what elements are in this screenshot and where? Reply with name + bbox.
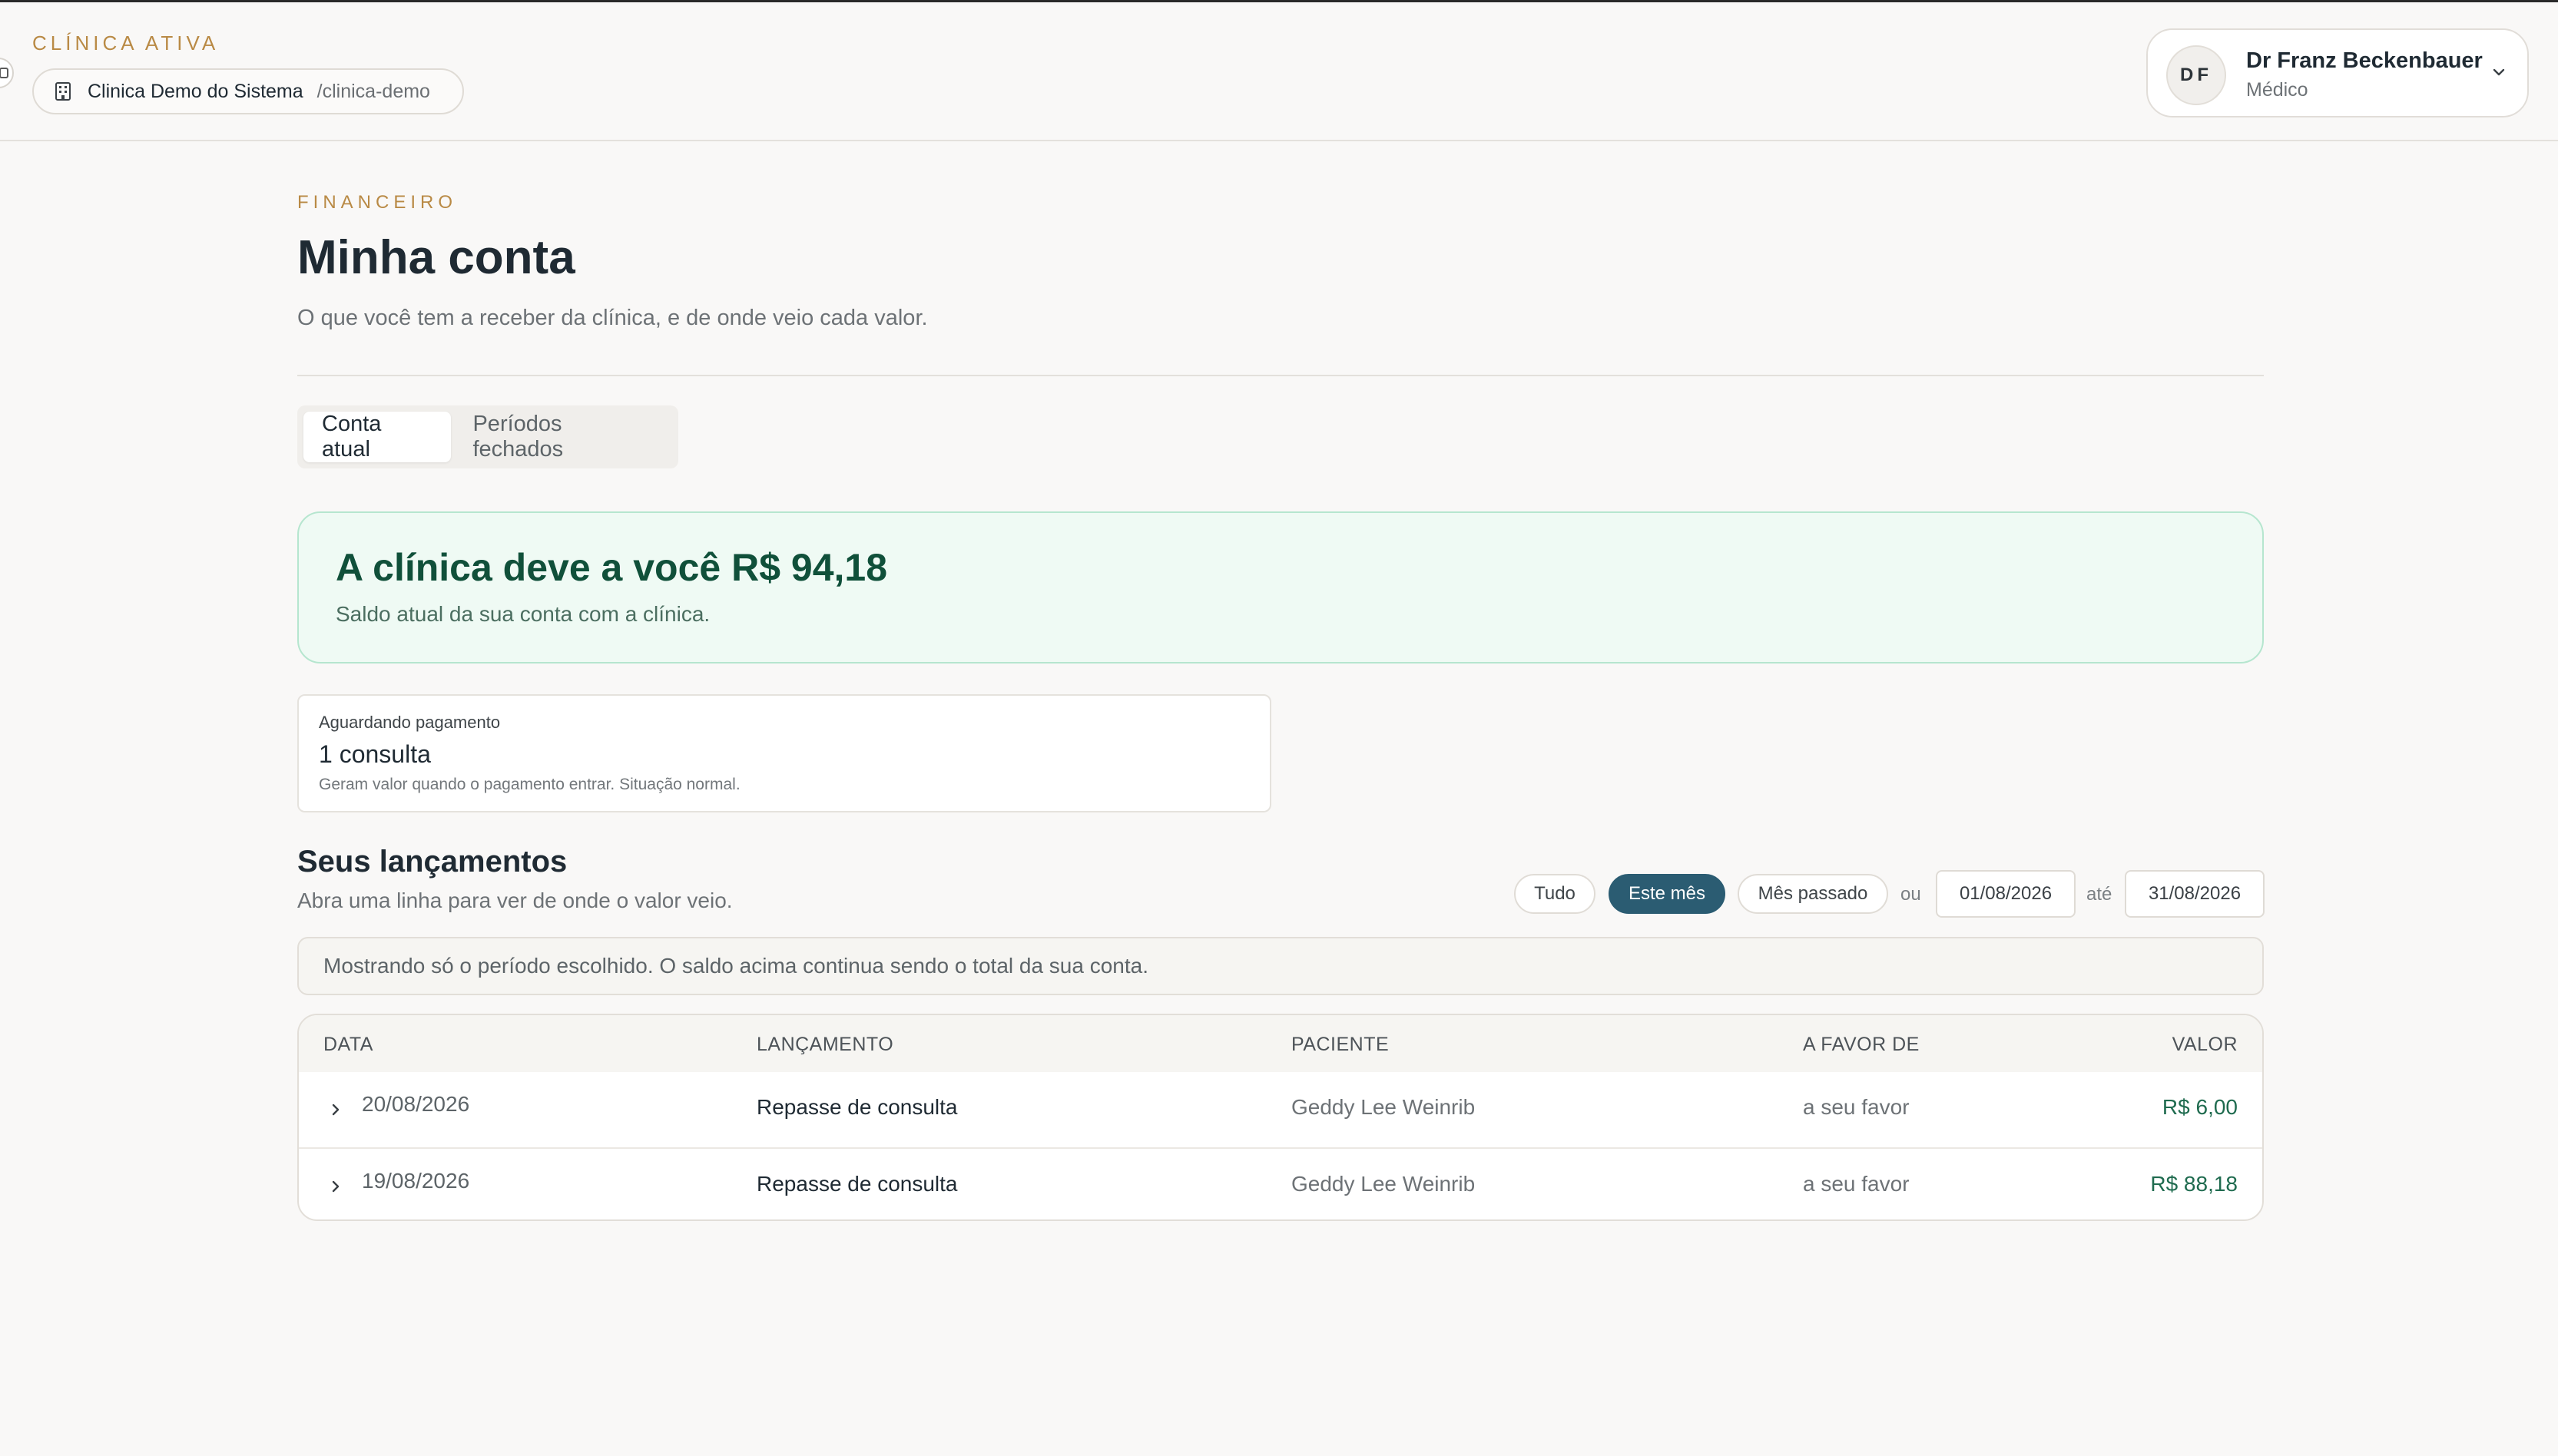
- balance-subtitle: Saldo atual da sua conta com a clínica.: [336, 602, 711, 626]
- stat-note: Geram valor quando o pagamento entrar. S…: [319, 776, 741, 793]
- row-entry: Repasse de consulta: [757, 1095, 958, 1119]
- top-bar: CLÍNICA ATIVA Clinica Demo do Sistema /c…: [0, 0, 2558, 141]
- balance-card: A clínica deve a você R$ 94,18 Saldo atu…: [297, 511, 2264, 663]
- filter-or-label: ou: [1900, 884, 1921, 905]
- row-favor: a seu favor: [1803, 1095, 1910, 1119]
- table-row[interactable]: 20/08/2026 Repasse de consulta Geddy Lee…: [299, 1072, 2262, 1147]
- building-icon: [55, 82, 71, 101]
- entries-title: Seus lançamentos: [297, 845, 568, 879]
- chevron-down-icon: [2493, 68, 2505, 76]
- date-to-input[interactable]: 31/08/2026: [2125, 870, 2265, 918]
- filter-this-month-chip[interactable]: Este mês: [1609, 874, 1725, 914]
- panel-icon: [0, 68, 8, 78]
- entries-subtitle: Abra uma linha para ver de onde o valor …: [297, 888, 733, 912]
- row-value: R$ 6,00: [2162, 1095, 2238, 1119]
- row-entry: Repasse de consulta: [757, 1172, 958, 1196]
- date-from-input[interactable]: 01/08/2026: [1936, 870, 2076, 918]
- filter-all-chip[interactable]: Tudo: [1514, 874, 1595, 914]
- period-info-banner: Mostrando só o período escolhido. O sald…: [297, 937, 2264, 995]
- row-patient: Geddy Lee Weinrib: [1291, 1095, 1476, 1119]
- tab-closed-periods[interactable]: Períodos fechados: [454, 412, 672, 462]
- clinic-name: Clinica Demo do Sistema: [88, 80, 303, 102]
- row-date: 20/08/2026: [362, 1092, 470, 1116]
- filter-last-month-chip[interactable]: Mês passado: [1738, 874, 1888, 914]
- table-header: DATA LANÇAMENTO PACIENTE A FAVOR DE VALO…: [299, 1015, 2262, 1072]
- clinic-selector[interactable]: Clinica Demo do Sistema /clinica-demo: [32, 68, 464, 114]
- row-favor: a seu favor: [1803, 1172, 1910, 1196]
- stat-value: 1 consulta: [319, 740, 431, 768]
- row-patient: Geddy Lee Weinrib: [1291, 1172, 1476, 1196]
- section-label: FINANCEIRO: [297, 192, 458, 213]
- column-value: VALOR: [2172, 1034, 2238, 1055]
- active-clinic-label: CLÍNICA ATIVA: [32, 31, 220, 55]
- column-entry: LANÇAMENTO: [757, 1034, 894, 1055]
- user-role: Médico: [2246, 79, 2308, 101]
- chevron-right-icon[interactable]: [330, 1178, 342, 1195]
- table-row[interactable]: 19/08/2026 Repasse de consulta Geddy Lee…: [299, 1147, 2262, 1219]
- user-menu[interactable]: DF Dr Franz Beckenbauer Médico: [2146, 28, 2529, 117]
- page-title: Minha conta: [297, 231, 575, 284]
- column-date: DATA: [323, 1034, 373, 1055]
- divider: [297, 375, 2264, 376]
- row-value: R$ 88,18: [2150, 1172, 2238, 1196]
- filter-until-label: até: [2086, 884, 2112, 905]
- clinic-slug: /clinica-demo: [316, 80, 430, 102]
- sidebar-toggle-button[interactable]: [0, 58, 14, 88]
- pending-payment-card: Aguardando pagamento 1 consulta Geram va…: [297, 694, 1271, 812]
- balance-title: A clínica deve a você R$ 94,18: [336, 546, 888, 589]
- chevron-right-icon[interactable]: [330, 1101, 342, 1118]
- column-favor: A FAVOR DE: [1803, 1034, 1920, 1055]
- account-tabs: Conta atual Períodos fechados: [297, 405, 678, 468]
- row-date: 19/08/2026: [362, 1169, 470, 1193]
- page-subtitle: O que você tem a receber da clínica, e d…: [297, 306, 928, 330]
- stat-label: Aguardando pagamento: [319, 713, 501, 732]
- entries-table: DATA LANÇAMENTO PACIENTE A FAVOR DE VALO…: [297, 1014, 2264, 1221]
- column-patient: PACIENTE: [1291, 1034, 1390, 1055]
- avatar: DF: [2166, 45, 2226, 105]
- tab-current-account[interactable]: Conta atual: [303, 412, 452, 462]
- user-name: Dr Franz Beckenbauer: [2246, 48, 2483, 73]
